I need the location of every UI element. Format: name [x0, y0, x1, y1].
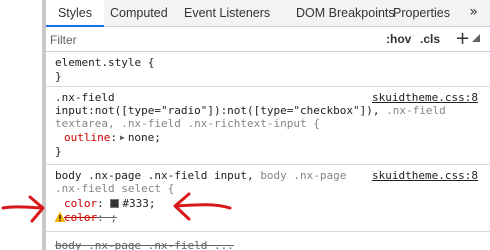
rule-close-brace: }: [55, 70, 62, 83]
rule-selector[interactable]: element.style {: [55, 56, 154, 69]
filter-bar: :hov .cls +: [46, 28, 490, 52]
tab-properties[interactable]: Properties: [393, 0, 450, 26]
rule-selector-line-3[interactable]: textarea, .nx-field .nx-richtext-input {: [55, 117, 320, 130]
annotation-arrow-left-icon: [173, 192, 232, 221]
devtools-tab-bar: Styles Computed Event Listeners DOM Brea…: [46, 0, 490, 27]
rule-selector[interactable]: .nx-field: [55, 91, 115, 104]
property-name[interactable]: color: [64, 197, 97, 210]
rule-selector-line-2[interactable]: .nx-field select {: [55, 182, 174, 195]
source-link[interactable]: skuidtheme.css:8: [372, 169, 478, 182]
source-link[interactable]: skuidtheme.css:8: [372, 91, 478, 104]
element-style-rule: element.style { }: [46, 53, 490, 87]
property-value[interactable]: ;: [110, 211, 117, 224]
rule-selector[interactable]: body .nx-page .nx-field ...: [55, 239, 234, 250]
styles-panel: Styles Computed Event Listeners DOM Brea…: [46, 0, 490, 250]
css-declaration-color-invalid[interactable]: color: ;: [64, 211, 117, 224]
css-declaration-outline[interactable]: outline: ▶ none;: [64, 131, 161, 144]
annotation-arrow-right-icon: [1, 195, 45, 223]
body-nx-page-rule: body .nx-page .nx-field input, body .nx-…: [46, 166, 490, 232]
toggle-sidebar-icon[interactable]: [472, 34, 482, 44]
tab-dom-breakpoints[interactable]: DOM Breakpoints: [296, 0, 395, 26]
css-declaration-color[interactable]: color: #333;: [64, 197, 156, 210]
color-swatch[interactable]: [110, 199, 120, 208]
tab-event-listeners[interactable]: Event Listeners: [184, 0, 270, 26]
property-value[interactable]: #333;: [122, 197, 155, 210]
property-value[interactable]: none;: [128, 131, 161, 144]
rule-close-brace: }: [55, 145, 62, 158]
class-toggle-button[interactable]: .cls: [420, 32, 440, 46]
hover-state-toggle-button[interactable]: :hov: [386, 32, 411, 46]
expand-triangle-icon[interactable]: ▶: [120, 131, 125, 144]
property-name[interactable]: color: [64, 211, 97, 224]
new-style-rule-button[interactable]: +: [455, 28, 470, 50]
more-tabs-chevron-icon[interactable]: »: [469, 0, 478, 26]
property-name[interactable]: outline: [64, 131, 110, 144]
tab-styles[interactable]: Styles: [46, 0, 104, 27]
filter-input[interactable]: [50, 30, 350, 49]
next-rule-partial: body .nx-page .nx-field ...: [46, 233, 490, 250]
nx-field-rule: .nx-field skuidtheme.css:8 input:not([ty…: [46, 88, 490, 165]
rule-selector-line-2[interactable]: input:not([type="radio"]):not([type="che…: [55, 104, 446, 117]
tab-computed[interactable]: Computed: [110, 0, 168, 26]
rule-selector[interactable]: body .nx-page .nx-field input, body .nx-…: [55, 169, 346, 182]
